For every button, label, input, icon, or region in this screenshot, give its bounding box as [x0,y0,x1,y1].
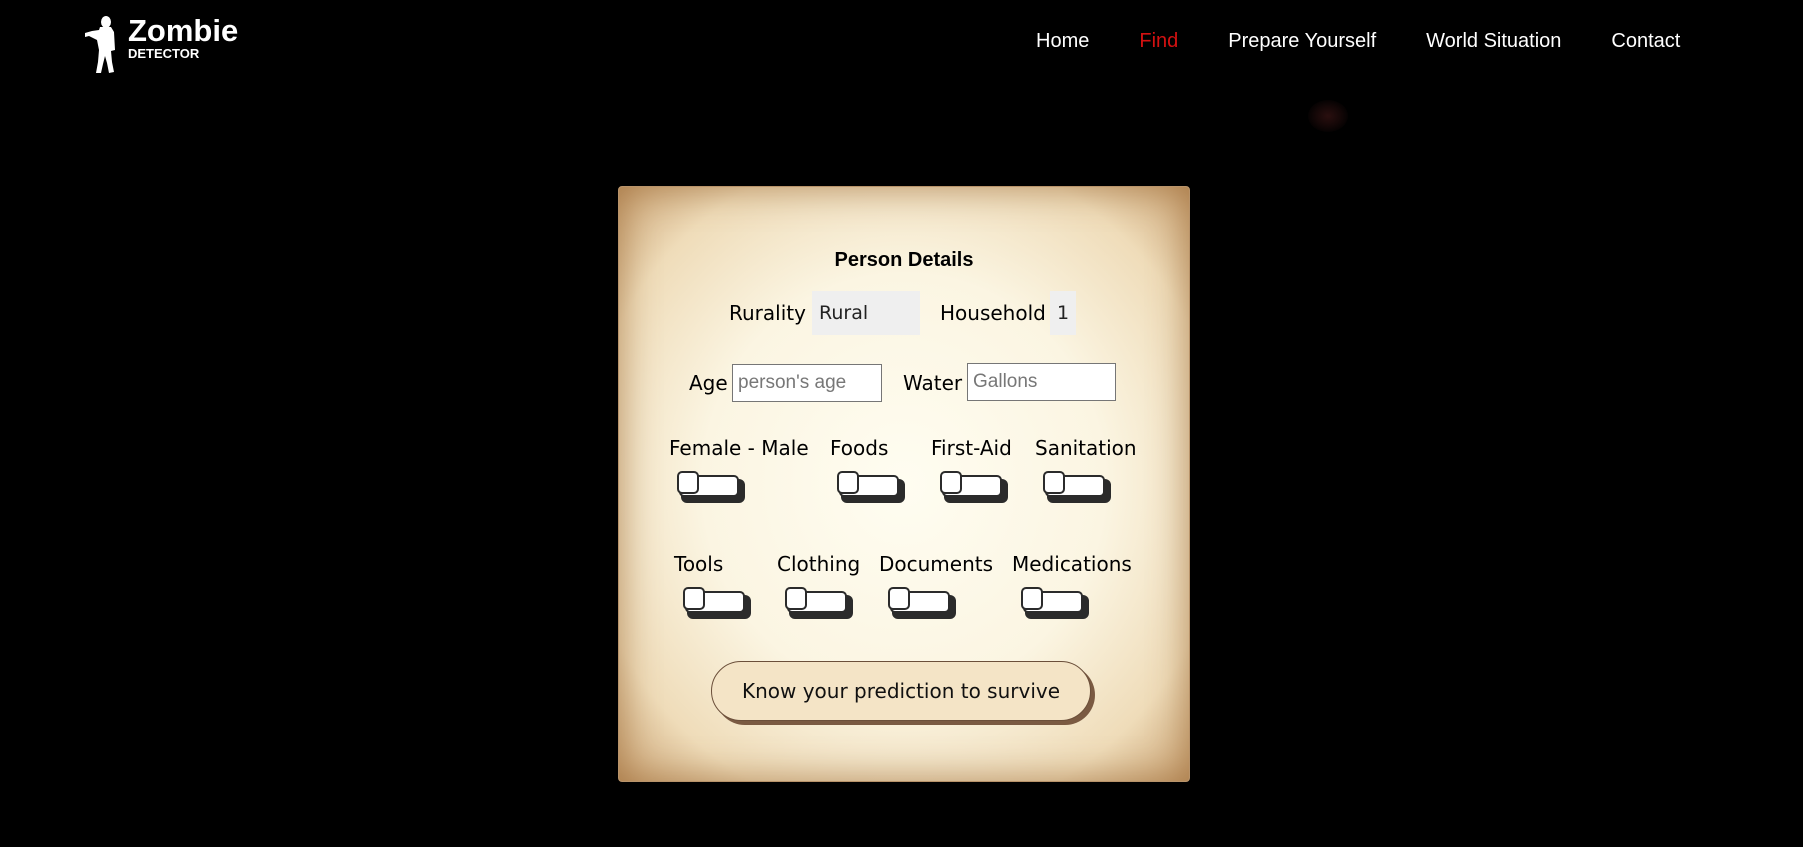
nav-find[interactable]: Find [1139,30,1178,53]
button-label: Know your prediction to survive [711,661,1091,721]
logo-title: Zombie [128,13,239,48]
documents-toggle[interactable] [888,587,956,619]
toggle-label-clothing: Clothing [777,552,861,576]
person-details-card: Person Details Rurality Rural Household … [618,186,1190,782]
water-input[interactable] [967,363,1116,401]
rurality-label: Rurality [729,301,806,325]
nav-home[interactable]: Home [1036,30,1089,53]
first-aid-toggle[interactable] [940,471,1008,503]
card-title: Person Details [834,249,974,271]
toggle-label-sanitation: Sanitation [1035,436,1137,460]
clothing-toggle[interactable] [785,587,853,619]
toggle-label-female-male: Female - Male [669,436,809,460]
logo-text: Zombie DETECTOR [128,13,239,61]
water-label: Water [903,371,963,395]
toggle-knob [940,471,962,494]
toggle-knob [683,587,705,610]
tools-toggle[interactable] [683,587,751,619]
toggle-label-documents: Documents [879,552,994,576]
female-male-toggle[interactable] [677,471,745,503]
toggle-label-tools: Tools [674,552,724,576]
age-input[interactable] [732,364,882,402]
toggle-knob [837,471,859,494]
nav-world-situation[interactable]: World Situation [1426,30,1561,53]
main-nav: Home Find Prepare Yourself World Situati… [1036,30,1680,53]
sanitation-toggle[interactable] [1043,471,1111,503]
age-label: Age [689,371,728,395]
decorative-dark-blob [1308,100,1348,132]
rurality-field[interactable]: Rural [812,291,920,335]
site-logo[interactable]: Zombie DETECTOR [84,13,239,74]
nav-prepare-yourself[interactable]: Prepare Yourself [1228,30,1376,53]
toggle-knob [888,587,910,610]
toggle-knob [677,471,699,494]
toggle-label-first-aid: First-Aid [931,436,1012,460]
logo-subtitle: DETECTOR [128,46,200,61]
toggle-knob [785,587,807,610]
zombie-figure-icon [85,16,115,73]
nav-contact[interactable]: Contact [1611,30,1680,53]
medications-toggle[interactable] [1021,587,1089,619]
household-field[interactable]: 1 [1050,291,1076,335]
predict-survival-button[interactable]: Know your prediction to survive [711,661,1095,725]
site-header: Zombie DETECTOR Home Find Prepare Yourse… [0,0,1803,90]
toggle-knob [1021,587,1043,610]
foods-toggle[interactable] [837,471,905,503]
household-label: Household [940,301,1046,325]
toggle-label-medications: Medications [1012,552,1132,576]
toggle-label-foods: Foods [830,436,889,460]
toggle-knob [1043,471,1065,494]
